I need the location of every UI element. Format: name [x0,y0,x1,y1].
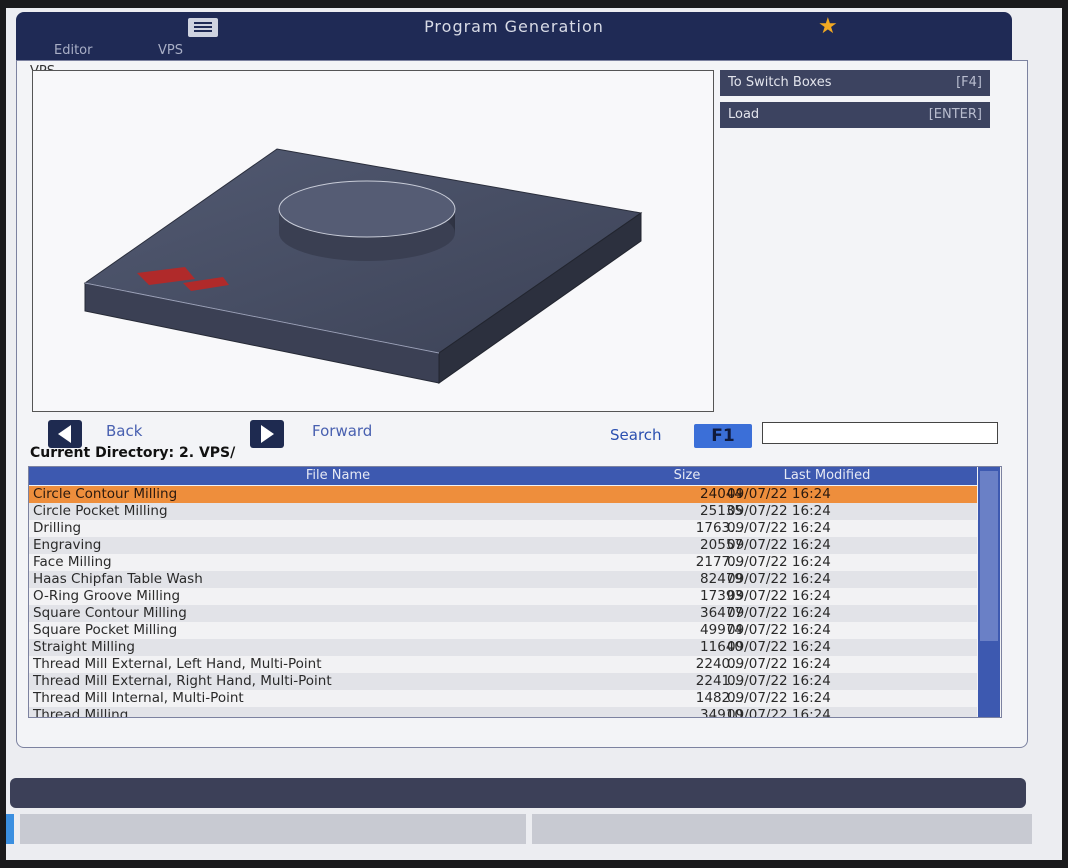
file-name-cell: Straight Milling [33,639,135,655]
forward-button[interactable] [250,420,284,448]
part-preview [32,70,714,412]
forward-arrow-icon [261,425,274,443]
menu-item-vps[interactable]: VPS [158,43,183,58]
machine-screen: Program Generation ★ Editor VPS VPS [6,8,1062,860]
file-name-cell: Thread Milling [33,707,129,718]
star-icon[interactable]: ★ [818,15,838,39]
load-key: [ENTER] [928,107,982,122]
file-modified-cell: 09/07/22 16:24 [727,656,831,672]
table-row[interactable]: Thread Mill External, Left Hand, Multi-P… [29,656,977,673]
scrollbar-thumb[interactable] [980,471,998,641]
load-button[interactable]: Load [ENTER] [720,102,990,128]
column-last-modified[interactable]: Last Modified [727,467,927,485]
file-name-cell: Thread Mill Internal, Multi-Point [33,690,244,706]
bottom-tab-indicator [6,814,14,844]
table-row[interactable]: Drilling 1763... 09/07/22 16:24 [29,520,977,537]
menu-bar: Editor VPS [16,42,1012,60]
file-table: File Name Size Last Modified Circle Cont… [28,466,1002,718]
file-modified-cell: 09/07/22 16:24 [727,520,831,536]
file-modified-cell: 09/07/22 16:24 [727,707,831,718]
table-row[interactable]: Haas Chipfan Table Wash 82479 09/07/22 16:… [29,571,977,588]
table-row[interactable]: Engraving 20557 09/07/22 16:24 [29,537,977,554]
file-name-cell: Circle Pocket Milling [33,503,168,519]
title-bar: Program Generation ★ [16,12,1012,42]
file-name-cell: Circle Contour Milling [33,486,178,502]
file-name-cell: Square Pocket Milling [33,622,178,638]
table-row[interactable]: O-Ring Groove Milling 17393 09/07/22 16:24 [29,588,977,605]
menu-item-editor[interactable]: Editor [54,43,92,58]
column-file-name[interactable]: File Name [29,467,647,485]
search-input[interactable] [762,422,998,444]
file-modified-cell: 09/07/22 16:24 [727,605,831,621]
back-button[interactable] [48,420,82,448]
file-modified-cell: 09/07/22 16:24 [727,571,831,587]
table-scrollbar[interactable] [978,467,1000,717]
search-label: Search [610,426,662,444]
table-row[interactable]: Circle Pocket Milling 25135 09/07/22 16:24 [29,503,977,520]
file-modified-cell: 09/07/22 16:24 [727,537,831,553]
file-name-cell: O-Ring Groove Milling [33,588,181,604]
table-row[interactable]: Thread Milling 34910 09/07/22 16:24 [29,707,977,718]
search-f1-key[interactable]: F1 [694,424,752,448]
forward-label[interactable]: Forward [312,422,372,440]
file-modified-cell: 09/07/22 16:24 [727,690,831,706]
table-row[interactable]: Straight Milling 11640 09/07/22 16:24 [29,639,977,656]
file-modified-cell: 09/07/22 16:24 [727,503,831,519]
back-label[interactable]: Back [106,422,142,440]
file-name-cell: Engraving [33,537,102,553]
switch-boxes-button[interactable]: To Switch Boxes [F4] [720,70,990,96]
file-name-cell: Face Milling [33,554,112,570]
switch-boxes-label: To Switch Boxes [728,75,832,90]
file-modified-cell: 09/07/22 16:24 [727,486,831,502]
table-row[interactable]: Square Contour Milling 36477 09/07/22 16:2… [29,605,977,622]
bottom-panel-right [532,814,1032,844]
window-title: Program Generation [424,17,604,36]
status-bar [10,778,1026,808]
table-row[interactable]: Face Milling 2177... 09/07/22 16:24 [29,554,977,571]
file-name-cell: Thread Mill External, Right Hand, Multi-… [33,673,332,689]
table-row[interactable]: Circle Contour Milling 24044 09/07/22 16:2… [29,486,977,503]
file-name-cell: Thread Mill External, Left Hand, Multi-P… [33,656,322,672]
part-preview-image [83,148,643,384]
file-list: Circle Contour Milling 24044 09/07/22 16:2… [29,486,977,718]
file-name-cell: Drilling [33,520,82,536]
file-modified-cell: 09/07/22 16:24 [727,639,831,655]
file-modified-cell: 09/07/22 16:24 [727,588,831,604]
back-arrow-icon [58,425,71,443]
file-modified-cell: 09/07/22 16:24 [727,622,831,638]
table-row[interactable]: Thread Mill Internal, Multi-Point 1482...… [29,690,977,707]
file-name-cell: Haas Chipfan Table Wash [33,571,203,587]
file-name-cell: Square Contour Milling [33,605,187,621]
table-row[interactable]: Thread Mill External, Right Hand, Multi-… [29,673,977,690]
load-label: Load [728,107,760,122]
table-header: File Name Size Last Modified [29,467,977,485]
file-modified-cell: 09/07/22 16:24 [727,673,831,689]
column-size[interactable]: Size [647,467,727,485]
file-modified-cell: 09/07/22 16:24 [727,554,831,570]
switch-boxes-key: [F4] [956,75,982,90]
current-directory: Current Directory: 2. VPS/ [30,445,236,461]
table-row[interactable]: Square Pocket Milling 49974 09/07/22 16:24 [29,622,977,639]
bottom-panel-left [20,814,526,844]
